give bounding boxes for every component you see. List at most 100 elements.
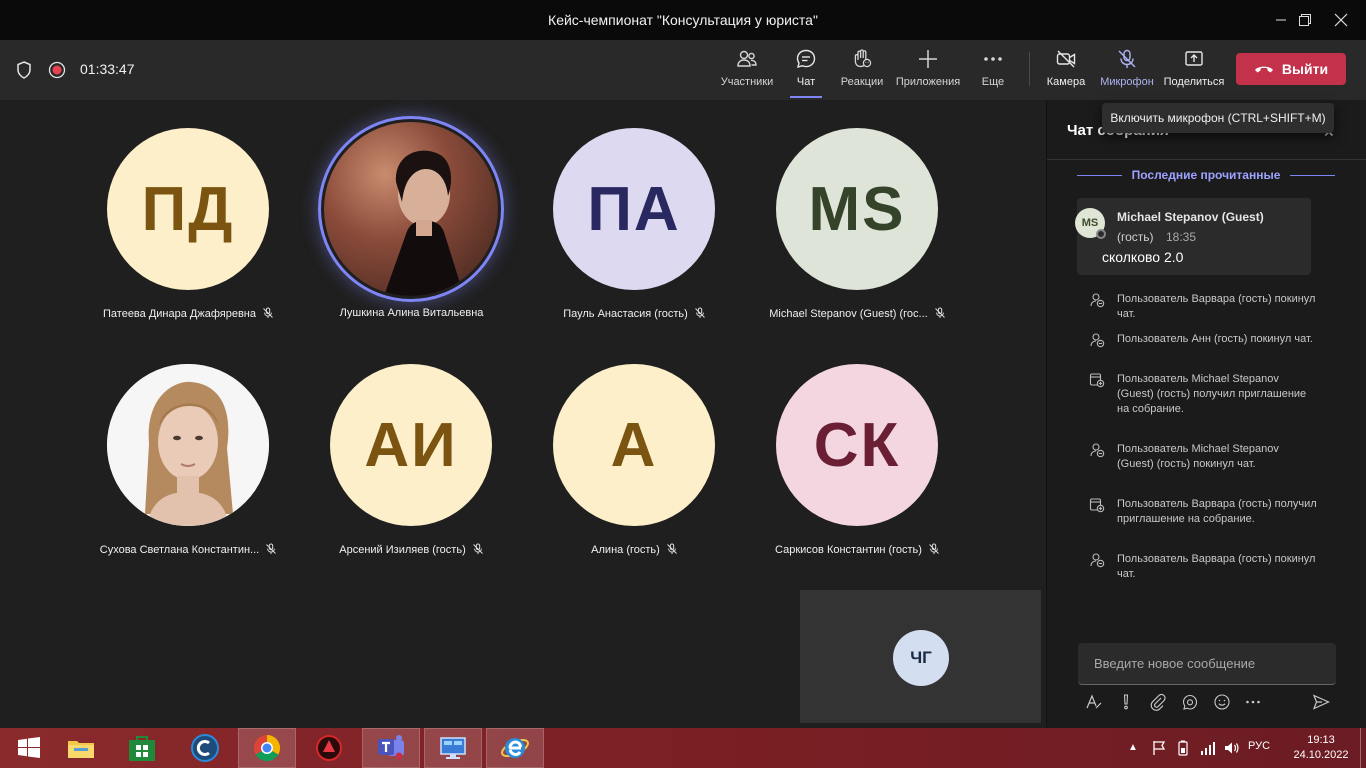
people-icon bbox=[737, 50, 757, 67]
file-explorer-icon[interactable] bbox=[52, 728, 110, 768]
message-input[interactable]: Введите новое сообщение bbox=[1078, 643, 1336, 685]
shield-icon[interactable] bbox=[16, 61, 32, 84]
remote-desktop-icon[interactable] bbox=[424, 728, 482, 768]
participant-tile[interactable]: MS Michael Stepanov (Guest) (гос... bbox=[746, 100, 969, 330]
chat-message[interactable]: MS Michael Stepanov (Guest) (гость) 18:3… bbox=[1075, 198, 1311, 275]
security-app-icon[interactable] bbox=[300, 728, 358, 768]
avatar: MS bbox=[1075, 208, 1106, 239]
apps-button[interactable]: Приложения bbox=[892, 48, 964, 96]
battery-icon[interactable] bbox=[1176, 740, 1190, 761]
participant-tile[interactable]: АИ Арсений Изиляев (гость) bbox=[300, 336, 523, 566]
system-message: Пользователь Michael Stepanov (Guest) (г… bbox=[1117, 373, 1307, 415]
message-text: сколково 2.0 bbox=[1102, 249, 1184, 265]
chat-button[interactable]: Чат bbox=[786, 48, 826, 98]
clock-time: 19:13 bbox=[1307, 734, 1335, 746]
share-label: Поделиться bbox=[1163, 76, 1225, 88]
avatar: ПА bbox=[553, 128, 715, 290]
avatar: MS bbox=[776, 128, 938, 290]
last-read-label: Последние прочитанные bbox=[1131, 168, 1281, 182]
internet-explorer-icon[interactable] bbox=[486, 728, 544, 768]
share-button[interactable]: Поделиться bbox=[1162, 48, 1226, 96]
microphone-button[interactable]: Микрофон bbox=[1096, 48, 1158, 96]
microphone-tooltip: Включить микрофон (CTRL+SHIFT+M) bbox=[1102, 103, 1334, 133]
person-photo-icon bbox=[107, 364, 269, 526]
chrome-icon[interactable] bbox=[238, 728, 296, 768]
clock-date: 24.10.2022 bbox=[1293, 749, 1349, 761]
send-icon[interactable] bbox=[1311, 692, 1331, 712]
video-stage: ПД Патеева Динара Джафяревна Лушкина Али… bbox=[0, 100, 1046, 728]
signal-icon[interactable] bbox=[1200, 740, 1216, 761]
show-desktop-button[interactable] bbox=[1360, 728, 1366, 768]
system-clock[interactable]: 19:13 24.10.2022 bbox=[1292, 733, 1350, 763]
meeting-timer: 01:33:47 bbox=[80, 61, 135, 77]
windows-taskbar: ▲ РУС 19:13 24.10.2022 bbox=[0, 728, 1366, 768]
participant-tile[interactable]: А Алина (гость) bbox=[523, 336, 746, 566]
participant-name: Саркисов Константин (гость) bbox=[746, 543, 969, 556]
last-read-marker: Последние прочитанные bbox=[1077, 166, 1335, 184]
system-message: Пользователь Варвара (гость) покинул чат… bbox=[1117, 553, 1316, 580]
windows-logo-icon bbox=[18, 737, 40, 758]
title-bar: Кейс-чемпионат "Консультация у юриста" bbox=[0, 0, 1366, 40]
system-message: Пользователь Анн (гость) покинул чат. bbox=[1117, 333, 1313, 345]
participant-name: Сухова Светлана Константин... bbox=[77, 543, 300, 556]
mic-off-icon bbox=[263, 307, 273, 318]
presence-icon bbox=[1096, 229, 1106, 239]
teams-icon[interactable] bbox=[362, 728, 420, 768]
close-icon bbox=[1334, 13, 1348, 27]
avatar: ПД bbox=[107, 128, 269, 290]
more-options-icon[interactable] bbox=[1243, 692, 1263, 712]
person-photo-icon bbox=[384, 150, 464, 296]
participant-name: Michael Stepanov (Guest) (гос... bbox=[746, 307, 969, 320]
recording-icon bbox=[48, 61, 66, 84]
microphone-off-icon bbox=[1118, 49, 1136, 68]
invite-icon bbox=[1089, 498, 1105, 513]
plus-icon bbox=[919, 50, 937, 68]
more-button[interactable]: Еще bbox=[974, 48, 1012, 96]
participants-label: Участники bbox=[720, 76, 774, 88]
close-button[interactable] bbox=[1318, 0, 1364, 40]
participant-tile[interactable]: СК Саркисов Константин (гость) bbox=[746, 336, 969, 566]
microphone-label: Микрофон bbox=[1100, 76, 1154, 88]
leave-button[interactable]: Выйти bbox=[1236, 53, 1346, 85]
participant-tile[interactable]: Лушкина Алина Витальевна bbox=[300, 100, 523, 330]
participants-button[interactable]: Участники bbox=[716, 48, 778, 96]
participant-tile[interactable]: Сухова Светлана Константин... bbox=[77, 336, 300, 566]
attach-icon[interactable] bbox=[1148, 692, 1168, 712]
reactions-button[interactable]: Реакции bbox=[836, 48, 888, 96]
format-icon[interactable] bbox=[1084, 692, 1104, 712]
avatar: А bbox=[553, 364, 715, 526]
mic-off-icon bbox=[666, 543, 677, 554]
person-left-icon bbox=[1090, 443, 1105, 458]
camera-off-icon bbox=[1056, 50, 1076, 68]
toolbar-divider bbox=[1029, 52, 1030, 86]
hang-up-icon bbox=[1254, 66, 1273, 73]
priority-icon[interactable] bbox=[1116, 692, 1136, 712]
reactions-label: Реакции bbox=[840, 76, 884, 88]
camera-label: Камера bbox=[1046, 76, 1086, 88]
participant-name: Патеева Динара Джафяревна bbox=[77, 307, 300, 320]
window-title: Кейс-чемпионат "Консультация у юриста" bbox=[548, 12, 818, 28]
self-video-preview[interactable]: ЧГ bbox=[800, 590, 1041, 723]
participant-tile[interactable]: ПД Патеева Динара Джафяревна bbox=[77, 100, 300, 330]
participant-tile[interactable]: ПА Пауль Анастасия (гость) bbox=[523, 100, 746, 330]
ccleaner-icon[interactable] bbox=[176, 728, 234, 768]
system-message: Пользователь Варвара (гость) получил при… bbox=[1117, 498, 1317, 525]
tray-expand-icon[interactable]: ▲ bbox=[1128, 742, 1138, 753]
input-language[interactable]: РУС bbox=[1248, 740, 1270, 752]
chat-icon bbox=[796, 49, 816, 69]
apps-label: Приложения bbox=[895, 76, 961, 88]
more-icon bbox=[984, 57, 1002, 61]
system-message: Пользователь Варвара (гость) покинул чат… bbox=[1117, 293, 1316, 320]
loop-icon[interactable] bbox=[1180, 692, 1200, 712]
volume-icon[interactable] bbox=[1224, 740, 1240, 761]
mic-off-icon bbox=[934, 307, 945, 318]
flag-icon[interactable] bbox=[1152, 740, 1166, 761]
camera-button[interactable]: Камера bbox=[1044, 48, 1088, 96]
avatar: СК bbox=[776, 364, 938, 526]
share-screen-icon bbox=[1185, 51, 1203, 66]
emoji-icon[interactable] bbox=[1212, 692, 1232, 712]
active-tab-indicator bbox=[790, 96, 822, 98]
message-author: Michael Stepanov (Guest) bbox=[1117, 210, 1264, 224]
start-button[interactable] bbox=[0, 728, 58, 768]
store-icon[interactable] bbox=[113, 728, 171, 768]
